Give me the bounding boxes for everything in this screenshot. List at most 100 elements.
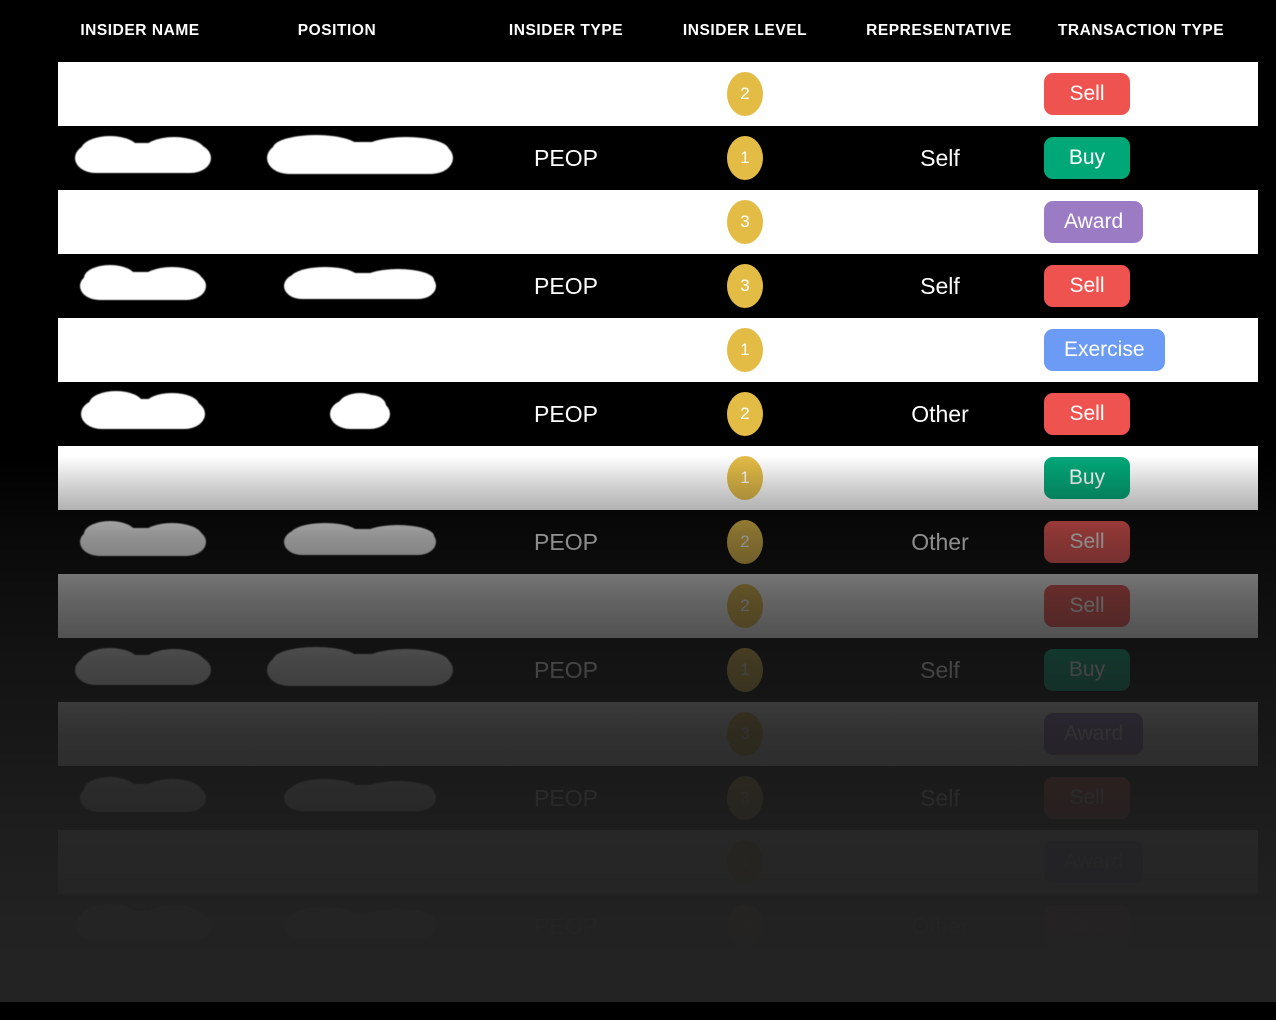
- redacted-position: [284, 267, 436, 299]
- cell-representative: Self: [842, 446, 1038, 510]
- cell-insider-name: [58, 254, 228, 318]
- transaction-type-badge[interactable]: Exercise: [1044, 329, 1165, 371]
- cell-insider-type: PEOP: [486, 382, 646, 446]
- transaction-type-badge[interactable]: Award: [1044, 713, 1144, 755]
- insider-type-value: PEOP: [534, 656, 598, 683]
- cell-position: [240, 574, 480, 638]
- table-row[interactable]: PEOP 3 Self Sell: [0, 254, 1276, 318]
- insider-type-value: PEOP: [534, 720, 598, 747]
- table-row[interactable]: PEOP 2 Other Sell: [0, 510, 1276, 574]
- cell-representative: Self: [842, 702, 1038, 766]
- redacted-insider-name: [75, 648, 211, 685]
- insider-level-badge: 3: [727, 264, 763, 308]
- cell-insider-type: PEOP: [486, 702, 646, 766]
- cell-insider-name: [58, 510, 228, 574]
- cell-insider-level: 1: [660, 830, 830, 894]
- transaction-type-badge[interactable]: Sell: [1044, 393, 1130, 435]
- insider-type-value: PEOP: [534, 528, 598, 555]
- representative-value: Self: [920, 848, 960, 875]
- table-row[interactable]: 2 Sell: [0, 62, 1276, 126]
- cell-insider-name: [58, 190, 228, 254]
- representative-value: Self: [920, 720, 960, 747]
- table-row[interactable]: COMP 1 Self Award: [0, 830, 1276, 894]
- transaction-type-badge[interactable]: Sell: [1044, 585, 1130, 627]
- redacted-position: [284, 907, 436, 939]
- table-row[interactable]: PEOP 1 Self Buy: [0, 126, 1276, 190]
- table-row[interactable]: COMP 2 Other Sell: [0, 574, 1276, 638]
- transaction-type-badge[interactable]: Sell: [1044, 73, 1130, 115]
- cell-insider-type: [486, 62, 646, 126]
- transaction-type-badge[interactable]: Award: [1044, 201, 1144, 243]
- cell-insider-level: 1: [660, 318, 830, 382]
- table-row[interactable]: PEOP 1 Self Buy: [0, 638, 1276, 702]
- transaction-type-badge[interactable]: Sell: [1044, 265, 1130, 307]
- cell-position: [240, 702, 480, 766]
- transaction-type-badge[interactable]: Buy: [1044, 457, 1130, 499]
- table-row[interactable]: PEOP 1 Self Buy: [0, 446, 1276, 510]
- representative-value: Self: [920, 784, 960, 811]
- redacted-position: [267, 135, 453, 174]
- insider-type-value: PEOP: [534, 912, 598, 939]
- insider-type-value: PEOP: [534, 272, 598, 299]
- cell-transaction-type: Buy: [1044, 446, 1244, 510]
- cell-position: [240, 318, 480, 382]
- table-row[interactable]: PEOP 2 Other Sell: [0, 894, 1276, 958]
- redacted-position: [330, 393, 390, 429]
- redacted-insider-name: [75, 136, 211, 173]
- cell-insider-level: 2: [660, 510, 830, 574]
- insider-level-badge: 2: [727, 904, 763, 948]
- cell-insider-type: PEOP: [486, 446, 646, 510]
- cell-representative: [842, 190, 1038, 254]
- cell-insider-type: COMP: [486, 574, 646, 638]
- insider-type-value: PEOP: [534, 784, 598, 811]
- table-row[interactable]: PEOP 3 Self Award: [0, 702, 1276, 766]
- insider-level-badge: 3: [727, 200, 763, 244]
- insider-type-value: PEOP: [534, 464, 598, 491]
- cell-transaction-type: Buy: [1044, 638, 1244, 702]
- cell-position: [240, 190, 480, 254]
- cell-insider-name: [58, 126, 228, 190]
- cell-insider-type: PEOP: [486, 766, 646, 830]
- cell-representative: Other: [842, 510, 1038, 574]
- representative-value: Other: [911, 400, 969, 427]
- table-row[interactable]: PEOP 2 Other Sell: [0, 382, 1276, 446]
- insider-level-badge: 1: [727, 456, 763, 500]
- cell-transaction-type: Sell: [1044, 254, 1244, 318]
- cell-position: [240, 638, 480, 702]
- cell-transaction-type: Sell: [1044, 574, 1244, 638]
- cell-insider-type: PEOP: [486, 126, 646, 190]
- cell-insider-type: [486, 318, 646, 382]
- cell-insider-type: PEOP: [486, 638, 646, 702]
- representative-value: Other: [911, 912, 969, 939]
- cell-transaction-type: Sell: [1044, 382, 1244, 446]
- transaction-type-badge[interactable]: Sell: [1044, 521, 1130, 563]
- transaction-type-badge[interactable]: Sell: [1044, 777, 1130, 819]
- cell-insider-level: 2: [660, 894, 830, 958]
- table-header-row: INSIDER NAME POSITION INSIDER TYPE INSIDER …: [0, 0, 1276, 62]
- cell-insider-level: 1: [660, 446, 830, 510]
- redacted-insider-name: [80, 777, 206, 812]
- insider-type-value: COMP: [531, 848, 601, 875]
- cell-position: [240, 766, 480, 830]
- cell-representative: Self: [842, 638, 1038, 702]
- cell-representative: Self: [842, 830, 1038, 894]
- cell-representative: Self: [842, 126, 1038, 190]
- cell-insider-level: 3: [660, 254, 830, 318]
- cell-insider-type: PEOP: [486, 510, 646, 574]
- cell-position: [240, 830, 480, 894]
- table-row[interactable]: 1 Exercise: [0, 318, 1276, 382]
- cell-representative: [842, 62, 1038, 126]
- table-row[interactable]: 3 Award: [0, 190, 1276, 254]
- cell-insider-name: [58, 318, 228, 382]
- table-row[interactable]: PEOP 3 Self Sell: [0, 766, 1276, 830]
- cell-transaction-type: Award: [1044, 702, 1244, 766]
- transaction-type-badge[interactable]: Buy: [1044, 137, 1130, 179]
- insider-level-badge: 2: [727, 72, 763, 116]
- column-header-transaction-type[interactable]: TRANSACTION TYPE: [503, 22, 1276, 40]
- transaction-type-badge[interactable]: Buy: [1044, 649, 1130, 691]
- transaction-type-badge[interactable]: Award: [1044, 841, 1144, 883]
- transaction-type-badge[interactable]: Sell: [1044, 905, 1130, 947]
- cell-insider-name: [58, 62, 228, 126]
- cell-insider-level: 2: [660, 62, 830, 126]
- insider-level-badge: 2: [727, 584, 763, 628]
